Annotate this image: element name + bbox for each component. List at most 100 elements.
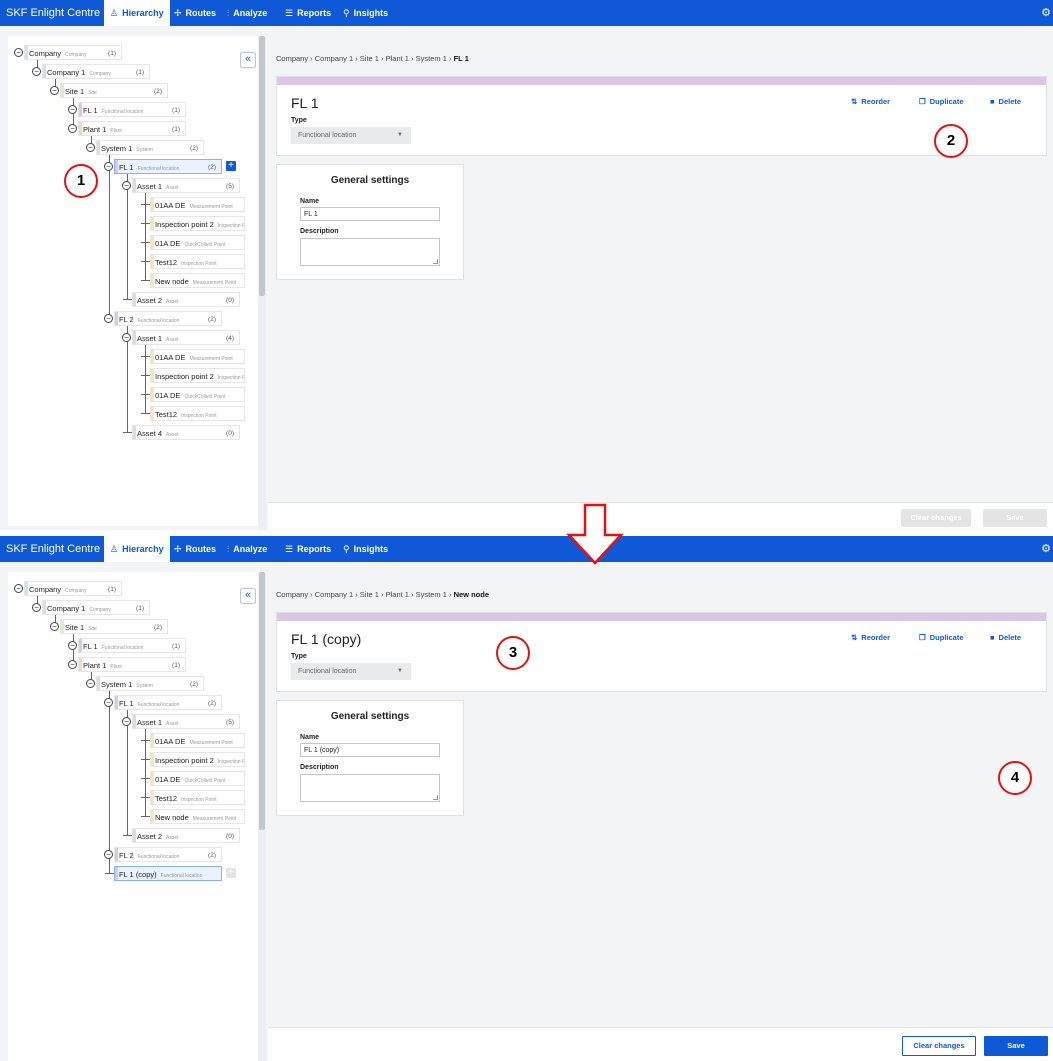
save-button[interactable]: Save [984,1036,1048,1056]
tree-node[interactable]: Asset 1 Asset (5) [132,714,240,729]
tree-node[interactable]: Asset 1 Asset (5) [132,178,240,193]
tree-node[interactable]: Test12 Inspection Point [150,406,245,421]
tree-node[interactable]: Plant 1 Plant (1) [78,657,186,672]
clear-changes-button[interactable]: Clear changes [901,509,971,527]
tree-node[interactable]: Plant 1 Plant (1) [78,121,186,136]
tree-node[interactable]: Company 1 Company (1) [42,64,150,79]
tree-node[interactable]: Test12 Inspection Point [150,790,245,805]
reorder-button[interactable]: ⇅ Reorder [851,633,890,642]
tree-scrollbar[interactable] [258,572,266,1061]
node-type-color-bar [151,217,154,230]
save-button[interactable]: Save [983,509,1047,527]
gear-icon[interactable]: ⚙ [1041,536,1051,562]
clear-changes-button[interactable]: Clear changes [902,1036,976,1056]
tree-node-count: (1) [172,107,180,114]
collapse-tree-button[interactable]: « [240,52,256,68]
tree-node[interactable]: Site 1 Site (2) [60,619,168,634]
tree-node[interactable]: New node Measurement Point [150,273,245,288]
collapse-node-icon[interactable]: − [14,583,23,593]
tree-node[interactable]: Site 1 Site (2) [60,83,168,98]
tree-node[interactable]: Asset 2 Asset (0) [132,292,240,307]
tree-node[interactable]: Inspection point 2Inspection Point [150,368,245,383]
tree-scrollbar-thumb[interactable] [259,572,265,830]
tab-analyze[interactable]: ⫶ Analyze [227,0,267,26]
add-child-button[interactable]: + [226,161,236,171]
tree-node[interactable]: Inspection point 2Inspection Point [150,752,245,767]
tree-node[interactable]: System 1 System (2) [96,140,204,155]
name-input[interactable]: FL 1 (copy) [300,743,440,757]
tree-node[interactable]: FL 1 Functional location (2) [114,695,222,710]
reorder-button[interactable]: ⇅ Reorder [851,97,890,106]
tree-node[interactable]: FL 1 (copy) Functional location [114,866,222,881]
duplicate-button[interactable]: ❐ Duplicate [919,97,964,106]
tree-scrollbar[interactable] [258,36,266,530]
collapse-node-icon[interactable]: − [68,640,77,650]
duplicate-button[interactable]: ❐ Duplicate [919,633,964,642]
tab-routes[interactable]: ✢ Routes [174,536,216,562]
node-title: FL 1 [291,95,319,111]
node-type-color-bar [133,179,136,192]
node-type-color-bar [151,350,154,363]
tree-node-type: Functional location [137,854,180,860]
tree-node[interactable]: System 1 System (2) [96,676,204,691]
collapse-node-icon[interactable]: − [122,716,131,726]
collapse-node-icon[interactable]: − [50,621,59,631]
collapse-node-icon[interactable]: − [122,332,131,342]
step-marker-4: 4 [998,761,1032,795]
description-textarea[interactable] [300,774,440,802]
tab-analyze[interactable]: ⫶ Analyze [227,536,267,562]
tree-node[interactable]: 01AA DE Measurement Point [150,197,245,212]
description-textarea[interactable] [300,238,440,266]
tree-node[interactable]: FL 2 Functional location (2) [114,847,222,862]
tab-reports[interactable]: ☰ Reports [285,0,331,26]
collapse-node-icon[interactable]: − [68,659,77,669]
tree-node[interactable]: Test12 Inspection Point [150,254,245,269]
gear-icon[interactable]: ⚙ [1041,0,1051,26]
collapse-node-icon[interactable]: − [86,142,95,152]
tree-node[interactable]: Company 1 Company (1) [42,600,150,615]
tree-node[interactable]: FL 1 Functional location (1) [78,638,186,653]
collapse-node-icon[interactable]: − [104,849,113,859]
collapse-tree-button[interactable]: « [240,588,256,604]
tree-node[interactable]: Asset 1 Asset (4) [132,330,240,345]
type-select[interactable]: Functional location ▼ [291,127,411,144]
tree-node[interactable]: 01AA DE Measurement Point [150,349,245,364]
collapse-node-icon[interactable]: − [14,47,23,57]
tree-node[interactable]: 01A DE QuickCollect Point [150,387,245,402]
tree-node[interactable]: FL 1 Functional location (1) [78,102,186,117]
tree-scrollbar-thumb[interactable] [259,36,265,296]
tree-node[interactable]: Company Company (1) [24,45,122,60]
tab-hierarchy[interactable]: ♙ Hierarchy [104,0,170,26]
type-select[interactable]: Functional location ▼ [291,663,411,680]
delete-button[interactable]: ■ Delete [990,633,1021,642]
collapse-node-icon[interactable]: − [122,180,131,190]
collapse-node-icon[interactable]: − [104,697,113,707]
delete-button[interactable]: ■ Delete [990,97,1021,106]
collapse-node-icon[interactable]: − [32,66,41,76]
tab-insights[interactable]: ⚲ Insights [343,0,388,26]
tree-node[interactable]: Company Company (1) [24,581,122,596]
collapse-node-icon[interactable]: − [68,123,77,133]
add-child-button[interactable]: + [226,868,236,878]
tree-node[interactable]: Inspection point 2Inspection Point [150,216,245,231]
collapse-node-icon[interactable]: − [104,161,113,171]
collapse-node-icon[interactable]: − [86,678,95,688]
collapse-node-icon[interactable]: − [68,104,77,114]
top-nav-bar: SKF Enlight Centre ♙ Hierarchy ✢ Routes ⫶ A… [0,0,1053,26]
collapse-node-icon[interactable]: − [32,602,41,612]
tree-node[interactable]: FL 2 Functional location (2) [114,311,222,326]
name-input[interactable]: FL 1 [300,207,440,221]
tree-node[interactable]: Asset 4 Asset (0) [132,425,240,440]
tree-node[interactable]: New node Measurement Point [150,809,245,824]
tree-node[interactable]: 01A DE QuickCollect Point [150,771,245,786]
tab-hierarchy[interactable]: ♙ Hierarchy [104,536,170,562]
tree-node[interactable]: FL 1 Functional location (2) [114,159,222,174]
tree-node[interactable]: Asset 2 Asset (0) [132,828,240,843]
collapse-node-icon[interactable]: − [104,313,113,323]
tab-insights[interactable]: ⚲ Insights [343,536,388,562]
tree-node[interactable]: 01A DE QuickCollect Point [150,235,245,250]
tab-reports[interactable]: ☰ Reports [285,536,331,562]
tab-routes[interactable]: ✢ Routes [174,0,216,26]
collapse-node-icon[interactable]: − [50,85,59,95]
tree-node[interactable]: 01AA DE Measurement Point [150,733,245,748]
